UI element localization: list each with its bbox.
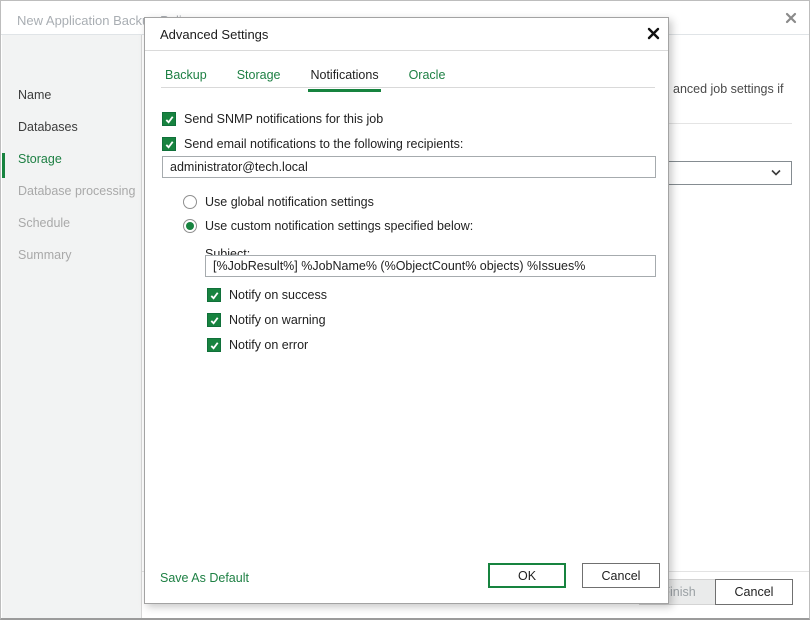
notify-warning-label: Notify on warning [229, 313, 326, 327]
radio-custom-settings[interactable]: Use custom notification settings specifi… [183, 219, 473, 233]
radio-custom-label: Use custom notification settings specifi… [205, 219, 473, 233]
sidebar-item-summary[interactable]: Summary [2, 243, 141, 267]
radio-global-label: Use global notification settings [205, 195, 374, 209]
wizard-cancel-button[interactable]: Cancel [715, 579, 793, 605]
dialog-cancel-button[interactable]: Cancel [582, 563, 660, 588]
advanced-settings-dialog: Advanced Settings Backup Storage Notific… [144, 17, 669, 604]
checkbox-checked-icon [162, 137, 176, 151]
page-description-fragment: anced job settings if [673, 82, 784, 96]
tab-backup[interactable]: Backup [163, 68, 209, 92]
radio-unselected-icon [183, 195, 197, 209]
notify-on-error-checkbox[interactable]: Notify on error [207, 338, 308, 352]
sidebar-item-storage[interactable]: Storage [2, 147, 141, 171]
dialog-title: Advanced Settings [160, 27, 268, 42]
snmp-notifications-checkbox[interactable]: Send SNMP notifications for this job [162, 112, 383, 126]
notify-on-warning-checkbox[interactable]: Notify on warning [207, 313, 326, 327]
sidebar-item-name[interactable]: Name [2, 83, 141, 107]
sidebar-item-database-processing[interactable]: Database processing [2, 179, 141, 203]
checkbox-checked-icon [162, 112, 176, 126]
chevron-down-icon [770, 169, 782, 177]
email-recipients-input[interactable] [162, 156, 656, 178]
save-as-default-link[interactable]: Save As Default [160, 571, 249, 585]
notify-error-label: Notify on error [229, 338, 308, 352]
sidebar-item-schedule[interactable]: Schedule [2, 211, 141, 235]
email-notifications-checkbox[interactable]: Send email notifications to the followin… [162, 137, 463, 151]
dialog-close-icon[interactable] [645, 25, 662, 42]
subject-input[interactable] [205, 255, 656, 277]
window-close-icon[interactable] [783, 10, 799, 26]
radio-global-settings[interactable]: Use global notification settings [183, 195, 374, 209]
notify-success-label: Notify on success [229, 288, 327, 302]
wizard-steps-sidebar: Name Databases Storage Database processi… [2, 35, 142, 619]
tab-notifications[interactable]: Notifications [308, 68, 380, 92]
checkbox-checked-icon [207, 313, 221, 327]
app-window: New Application Backup Policy Name Datab… [0, 0, 810, 620]
dialog-title-divider [145, 50, 668, 51]
notify-on-success-checkbox[interactable]: Notify on success [207, 288, 327, 302]
tab-oracle[interactable]: Oracle [407, 68, 448, 92]
checkbox-checked-icon [207, 288, 221, 302]
tab-storage[interactable]: Storage [235, 68, 283, 92]
radio-selected-icon [183, 219, 197, 233]
snmp-checkbox-label: Send SNMP notifications for this job [184, 112, 383, 126]
ok-button[interactable]: OK [488, 563, 566, 588]
checkbox-checked-icon [207, 338, 221, 352]
dialog-tabs: Backup Storage Notifications Oracle [163, 68, 447, 92]
email-checkbox-label: Send email notifications to the followin… [184, 137, 463, 151]
sidebar-item-databases[interactable]: Databases [2, 115, 141, 139]
